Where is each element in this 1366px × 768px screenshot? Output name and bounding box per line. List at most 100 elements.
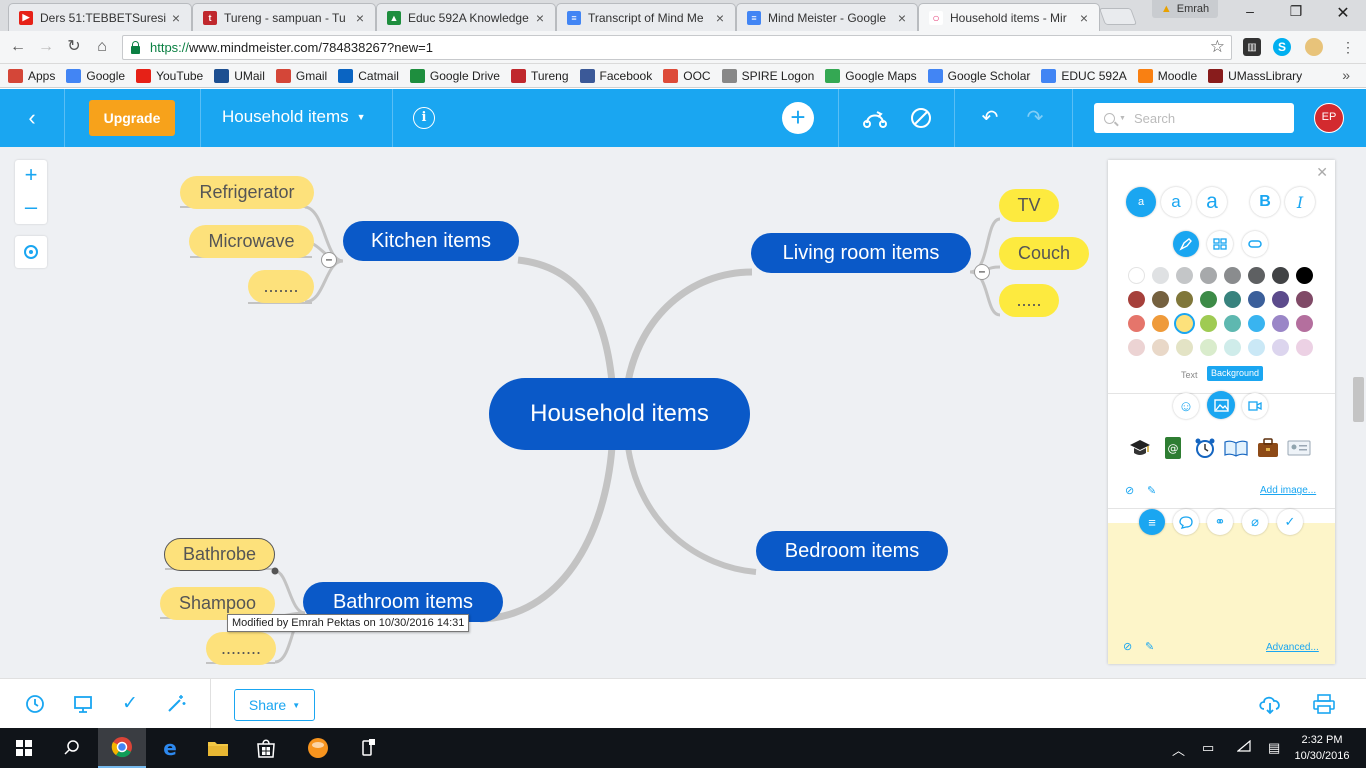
- tab-close-icon[interactable]: ×: [533, 10, 547, 26]
- magic-wand-icon[interactable]: [164, 693, 188, 715]
- browser-tab-youtube[interactable]: ▶ Ders 51:TEBBETSuresi ×: [8, 3, 192, 31]
- color-swatch[interactable]: [1176, 339, 1193, 356]
- color-swatch[interactable]: [1176, 267, 1193, 284]
- forbidden-icon[interactable]: [908, 105, 934, 131]
- link-icon[interactable]: ⚭: [1207, 509, 1233, 535]
- bookmark-item[interactable]: Tureng: [510, 68, 569, 83]
- color-swatch[interactable]: [1272, 267, 1289, 284]
- briefcase-icon[interactable]: [1256, 436, 1280, 460]
- bookmark-item[interactable]: Moodle: [1137, 68, 1197, 83]
- color-swatch[interactable]: [1296, 291, 1313, 308]
- selection-handle[interactable]: [271, 567, 279, 575]
- collapse-icon[interactable]: –: [974, 264, 990, 280]
- bold-button[interactable]: B: [1250, 187, 1280, 217]
- info-icon[interactable]: i: [413, 107, 435, 129]
- color-swatch[interactable]: [1152, 291, 1169, 308]
- color-swatch[interactable]: [1152, 315, 1169, 332]
- add-image-link[interactable]: Add image...: [1260, 485, 1316, 496]
- bookmark-star-icon[interactable]: ☆: [1210, 37, 1225, 57]
- shape-icon[interactable]: [1242, 231, 1268, 257]
- magic-wand-icon[interactable]: ✎: [1147, 484, 1156, 497]
- task-check-icon[interactable]: ✓: [1277, 509, 1303, 535]
- color-swatch[interactable]: [1296, 339, 1313, 356]
- reload-icon[interactable]: ↻: [64, 37, 84, 57]
- topic-microwave[interactable]: Microwave: [189, 225, 314, 258]
- color-swatch[interactable]: [1152, 339, 1169, 356]
- font-size-large-button[interactable]: a: [1197, 187, 1227, 217]
- id-card-icon[interactable]: [1287, 436, 1311, 460]
- forward-arrow-icon[interactable]: →: [36, 37, 56, 57]
- browser-tab-educ[interactable]: ▲ Educ 592A Knowledge ×: [376, 3, 556, 31]
- notes-icon[interactable]: ≡: [1139, 509, 1165, 535]
- tab-close-icon[interactable]: ×: [353, 10, 367, 26]
- back-chevron-icon[interactable]: ‹: [20, 105, 44, 131]
- bookmark-item[interactable]: Google Scholar: [927, 68, 1030, 83]
- url-input[interactable]: https:// www.mindmeister.com/784838267?n…: [122, 35, 1232, 60]
- search-input[interactable]: [1133, 110, 1274, 126]
- browser-tab-transcript[interactable]: ≡ Transcript of Mind Me ×: [556, 3, 736, 31]
- topic-kitchen-more[interactable]: .......: [248, 270, 314, 303]
- notification-icon[interactable]: ▤: [1268, 740, 1280, 756]
- app-orange-icon[interactable]: [294, 728, 342, 768]
- open-book-icon[interactable]: [1224, 436, 1248, 460]
- cloud-download-icon[interactable]: [1257, 693, 1283, 715]
- color-swatch[interactable]: [1128, 315, 1145, 332]
- color-swatch[interactable]: [1224, 339, 1241, 356]
- topic-tv[interactable]: TV: [999, 189, 1059, 222]
- color-swatch[interactable]: [1296, 315, 1313, 332]
- browser-tab-tureng[interactable]: t Tureng - sampuan - Tu ×: [192, 3, 376, 31]
- history-icon[interactable]: [23, 693, 47, 715]
- add-topic-button[interactable]: +: [782, 102, 814, 134]
- skype-icon[interactable]: S: [1273, 38, 1291, 56]
- font-size-small-button[interactable]: a: [1126, 187, 1156, 217]
- bookmark-item[interactable]: Apps: [8, 68, 55, 83]
- color-swatch[interactable]: [1224, 291, 1241, 308]
- browser-tab-mindmeister-doc[interactable]: ≡ Mind Meister - Google ×: [736, 3, 918, 31]
- color-swatch[interactable]: [1200, 315, 1217, 332]
- color-swatch[interactable]: [1176, 291, 1193, 308]
- bookmark-item[interactable]: Google Maps: [825, 68, 917, 83]
- bookmark-item[interactable]: UMail: [214, 68, 265, 83]
- back-arrow-icon[interactable]: ←: [8, 37, 28, 57]
- color-swatch[interactable]: [1128, 267, 1145, 284]
- color-swatch[interactable]: [1200, 291, 1217, 308]
- address-book-icon[interactable]: @: [1161, 436, 1185, 460]
- browser-tab-household[interactable]: ○ Household items - Mir ×: [918, 3, 1100, 31]
- color-swatch[interactable]: [1248, 339, 1265, 356]
- mindmap-canvas[interactable]: + – Household items Kitchen items – Refr…: [0, 147, 1366, 678]
- color-swatch[interactable]: [1128, 291, 1145, 308]
- app-phone-icon[interactable]: [344, 728, 392, 768]
- print-icon[interactable]: [1311, 693, 1337, 715]
- share-button[interactable]: Share ▼: [234, 689, 315, 721]
- color-swatch[interactable]: [1272, 315, 1289, 332]
- graduation-cap-icon[interactable]: [1128, 436, 1152, 460]
- color-swatch[interactable]: [1248, 315, 1265, 332]
- home-icon[interactable]: ⌂: [92, 37, 112, 57]
- clear-icon[interactable]: ⊘: [1123, 640, 1132, 653]
- zoom-out-icon[interactable]: –: [15, 192, 47, 224]
- tab-close-icon[interactable]: ×: [1077, 10, 1091, 26]
- maximize-icon[interactable]: ❐: [1273, 3, 1319, 25]
- color-swatch[interactable]: [1200, 339, 1217, 356]
- extension-icon[interactable]: ▥: [1243, 38, 1261, 56]
- menu-icon[interactable]: ⋮: [1338, 37, 1358, 57]
- zoom-in-icon[interactable]: +: [15, 160, 47, 192]
- upgrade-button[interactable]: Upgrade: [89, 100, 175, 136]
- bookmark-item[interactable]: Catmail: [338, 68, 399, 83]
- battery-icon[interactable]: ▭: [1202, 740, 1214, 756]
- topic-bathrobe[interactable]: Bathrobe: [164, 538, 275, 571]
- presentation-icon[interactable]: [71, 693, 95, 715]
- map-title-dropdown[interactable]: Household items ▼: [222, 107, 366, 127]
- wifi-icon[interactable]: [1236, 739, 1251, 755]
- video-icon[interactable]: [1242, 393, 1268, 419]
- advanced-link[interactable]: Advanced...: [1266, 642, 1319, 653]
- emoji-icon[interactable]: ☺: [1173, 393, 1199, 419]
- center-map-icon[interactable]: [15, 236, 47, 268]
- topic-kitchen-items[interactable]: Kitchen items: [343, 221, 519, 261]
- file-explorer-icon[interactable]: [194, 728, 242, 768]
- color-swatch[interactable]: [1128, 339, 1145, 356]
- color-swatch[interactable]: [1296, 267, 1313, 284]
- color-swatch[interactable]: [1272, 291, 1289, 308]
- topic-living-more[interactable]: .....: [999, 284, 1059, 317]
- undo-icon[interactable]: ↶: [977, 105, 1003, 131]
